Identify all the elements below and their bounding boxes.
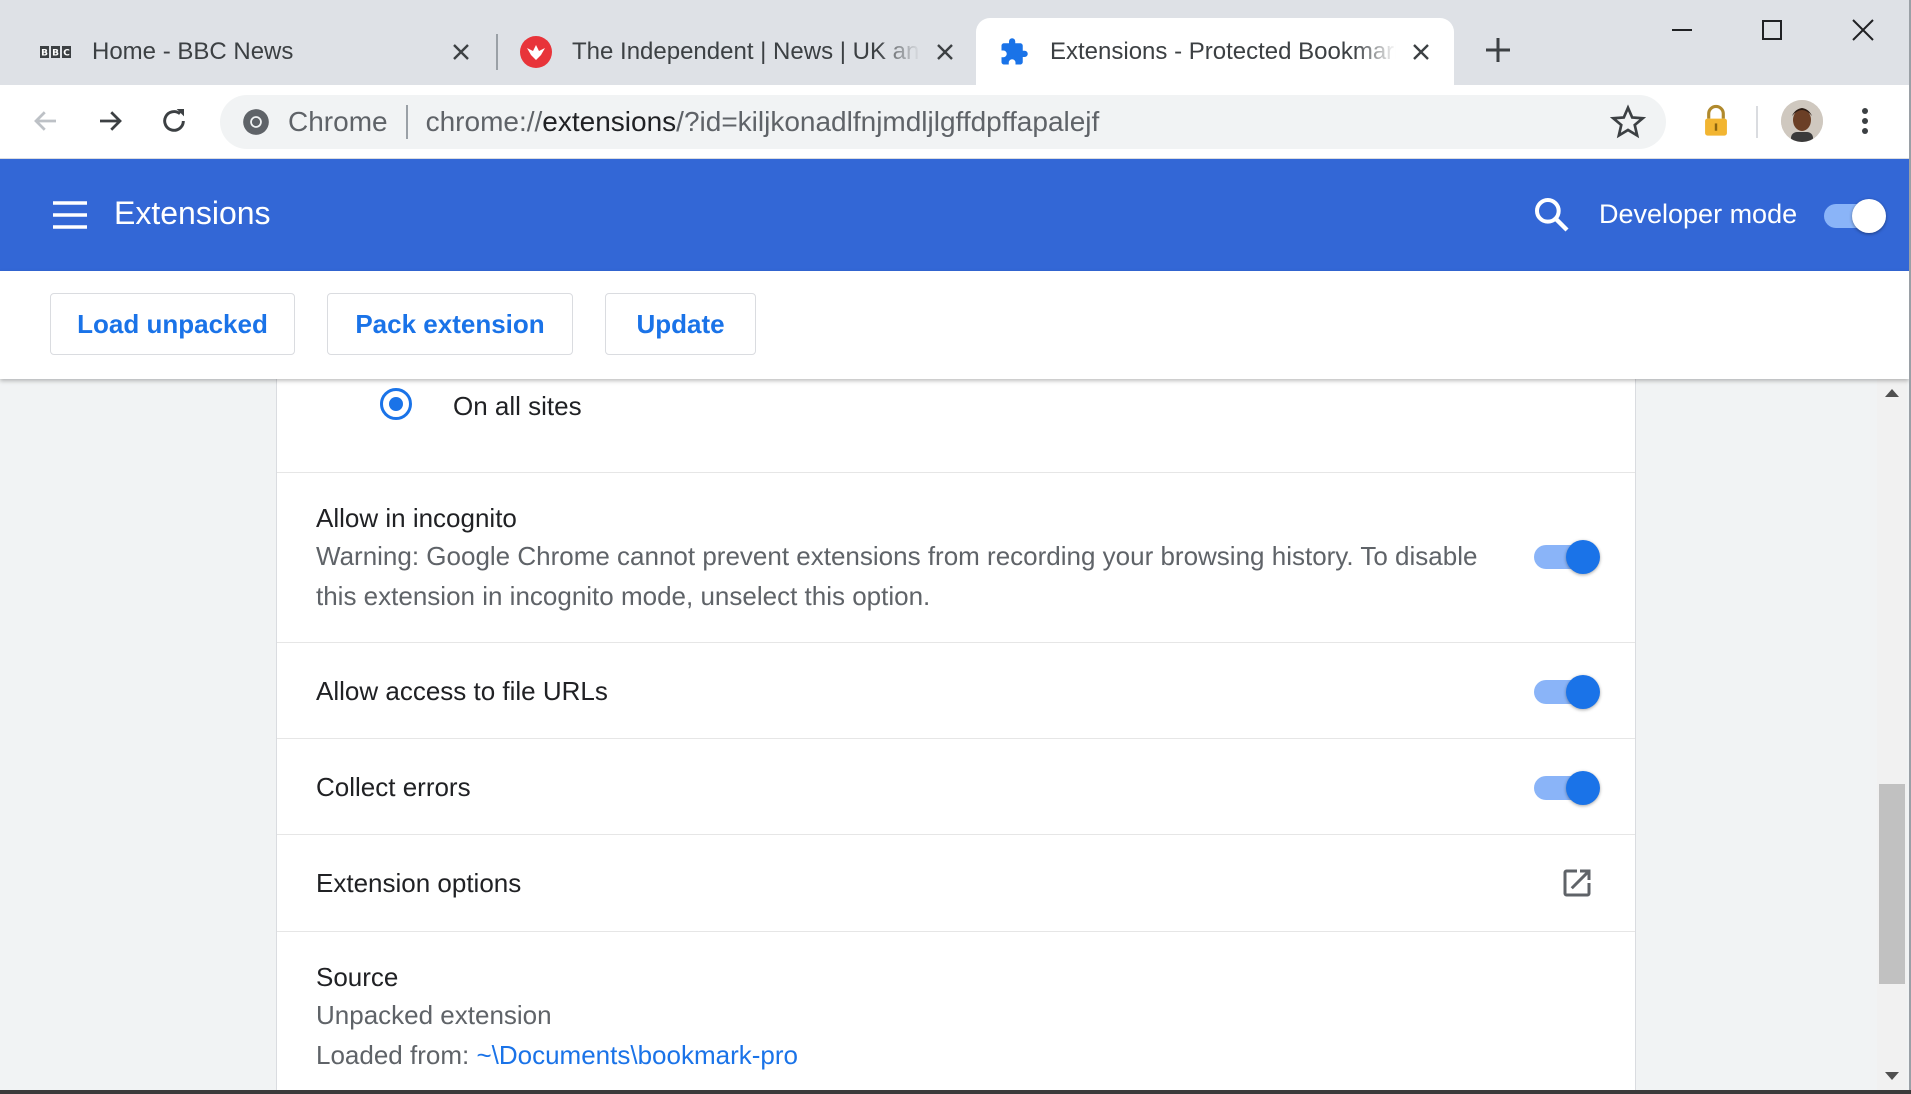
tab-close-icon[interactable] [1406, 37, 1436, 67]
open-in-new-icon[interactable] [1559, 865, 1595, 901]
toggle-knob [1852, 199, 1886, 233]
back-arrow-icon [34, 111, 56, 131]
collect-errors-label: Collect errors [316, 772, 471, 802]
incognito-warning-line2: this extension in incognito mode, unsele… [316, 581, 931, 611]
maximize-icon [1762, 20, 1782, 40]
update-button[interactable]: Update [605, 293, 756, 355]
toggle-knob [1566, 675, 1600, 709]
tab-independent[interactable]: The Independent | News | UK and World [500, 18, 978, 85]
toggle-knob [1566, 540, 1600, 574]
independent-eagle-icon [520, 35, 552, 68]
maximize-button[interactable] [1742, 10, 1802, 50]
tab-strip: B B C Home - BBC News The Independent | … [0, 0, 1909, 85]
reload-icon [163, 109, 185, 132]
incognito-label: Allow in incognito [316, 503, 517, 533]
forward-button[interactable] [88, 99, 132, 143]
browser-window: B B C Home - BBC News The Independent | … [0, 0, 1911, 1090]
profile-avatar[interactable] [1781, 100, 1823, 142]
file-urls-toggle[interactable] [1532, 673, 1600, 709]
scrollbar[interactable] [1877, 379, 1907, 1090]
chip-separator [405, 105, 408, 139]
new-tab-button[interactable] [1478, 30, 1518, 70]
developer-mode-toggle[interactable] [1822, 199, 1886, 233]
extension-details-content: On all sites Allow in incognito Warning:… [0, 379, 1909, 1090]
url-host: extensions [542, 106, 677, 137]
source-label: Source [316, 962, 399, 992]
extension-lock-button[interactable] [1694, 99, 1738, 143]
tab-bbc-news[interactable]: B B C Home - BBC News [0, 18, 494, 85]
tab-close-icon[interactable] [930, 37, 960, 67]
page-title: Extensions [114, 195, 271, 231]
svg-text:B: B [41, 48, 48, 58]
source-type: Unpacked extension [316, 1000, 552, 1030]
extensions-header: Extensions Developer mode [0, 159, 1909, 271]
padlock-icon [1705, 104, 1727, 136]
collect-errors-row: Collect errors [277, 739, 1635, 835]
browser-toolbar: Chrome chrome://extensions/?id=kiljkonad… [0, 85, 1909, 159]
bookmark-star-icon[interactable] [1610, 104, 1646, 140]
site-access-row: On all sites [277, 379, 1635, 473]
site-chip: Chrome [288, 106, 388, 137]
extension-options-row[interactable]: Extension options [277, 835, 1635, 932]
loaded-from-path-link[interactable]: ~\Documents\bookmark-pro [476, 1040, 798, 1070]
avatar-icon [1781, 100, 1823, 142]
back-button[interactable] [24, 99, 68, 143]
more-vertical-icon [1862, 108, 1868, 134]
minimize-icon [1672, 29, 1692, 31]
incognito-toggle[interactable] [1532, 538, 1600, 574]
toolbar-separator [1756, 106, 1758, 138]
loaded-from-label: Loaded from: [316, 1040, 477, 1070]
bbc-logo-icon: B B C [40, 36, 72, 68]
on-all-sites-label: On all sites [453, 391, 582, 421]
tab-extensions[interactable]: Extensions - Protected Bookmarks [976, 18, 1454, 85]
tab-title: The Independent | News | UK and World [572, 37, 920, 65]
scroll-up-arrow-icon[interactable] [1877, 379, 1907, 407]
file-urls-label: Allow access to file URLs [316, 676, 608, 706]
extension-details-card: On all sites Allow in incognito Warning:… [276, 379, 1636, 1090]
address-bar[interactable]: Chrome chrome://extensions/?id=kiljkonad… [220, 95, 1666, 149]
scroll-down-arrow-icon[interactable] [1877, 1062, 1907, 1090]
forward-arrow-icon [100, 111, 122, 131]
source-row: Source Unpacked extension Loaded from: ~… [277, 932, 1635, 1090]
chrome-icon [243, 109, 269, 135]
reload-button[interactable] [152, 99, 196, 143]
puzzle-piece-icon [998, 36, 1030, 68]
url-scheme: chrome:// [425, 106, 543, 137]
hamburger-menu-icon[interactable] [50, 197, 90, 233]
developer-action-bar: Load unpacked Pack extension Update [0, 271, 1909, 379]
toggle-knob [1566, 771, 1600, 805]
chrome-menu-button[interactable] [1843, 99, 1887, 143]
svg-text:C: C [63, 48, 70, 58]
pack-extension-button[interactable]: Pack extension [327, 293, 573, 355]
on-all-sites-radio[interactable] [380, 388, 412, 420]
tab-close-icon[interactable] [446, 37, 476, 67]
scrollbar-thumb[interactable] [1879, 784, 1905, 984]
collect-errors-toggle[interactable] [1532, 769, 1600, 805]
plus-icon [1486, 38, 1510, 62]
tab-title: Extensions - Protected Bookmarks [1050, 37, 1396, 65]
developer-mode-label: Developer mode [1599, 199, 1798, 229]
incognito-warning-line1: Warning: Google Chrome cannot prevent ex… [316, 541, 1478, 571]
close-icon [1852, 19, 1874, 41]
window-close-button[interactable] [1833, 10, 1893, 50]
tab-separator [496, 34, 498, 70]
minimize-button[interactable] [1652, 10, 1712, 50]
load-unpacked-button[interactable]: Load unpacked [50, 293, 295, 355]
extension-options-label: Extension options [316, 868, 522, 898]
search-icon[interactable] [1532, 195, 1572, 235]
loaded-from: Loaded from: ~\Documents\bookmark-pro [316, 1035, 798, 1075]
tab-title: Home - BBC News [92, 37, 294, 65]
url-path: /?id=kiljkonadlfnjmdljlgffdpffapalejf [676, 106, 1100, 137]
url-text[interactable]: chrome://extensions/?id=kiljkonadlfnjmdl… [426, 106, 1100, 138]
incognito-row: Allow in incognito Warning: Google Chrom… [277, 473, 1635, 643]
file-urls-row: Allow access to file URLs [277, 643, 1635, 739]
svg-text:B: B [52, 48, 59, 58]
